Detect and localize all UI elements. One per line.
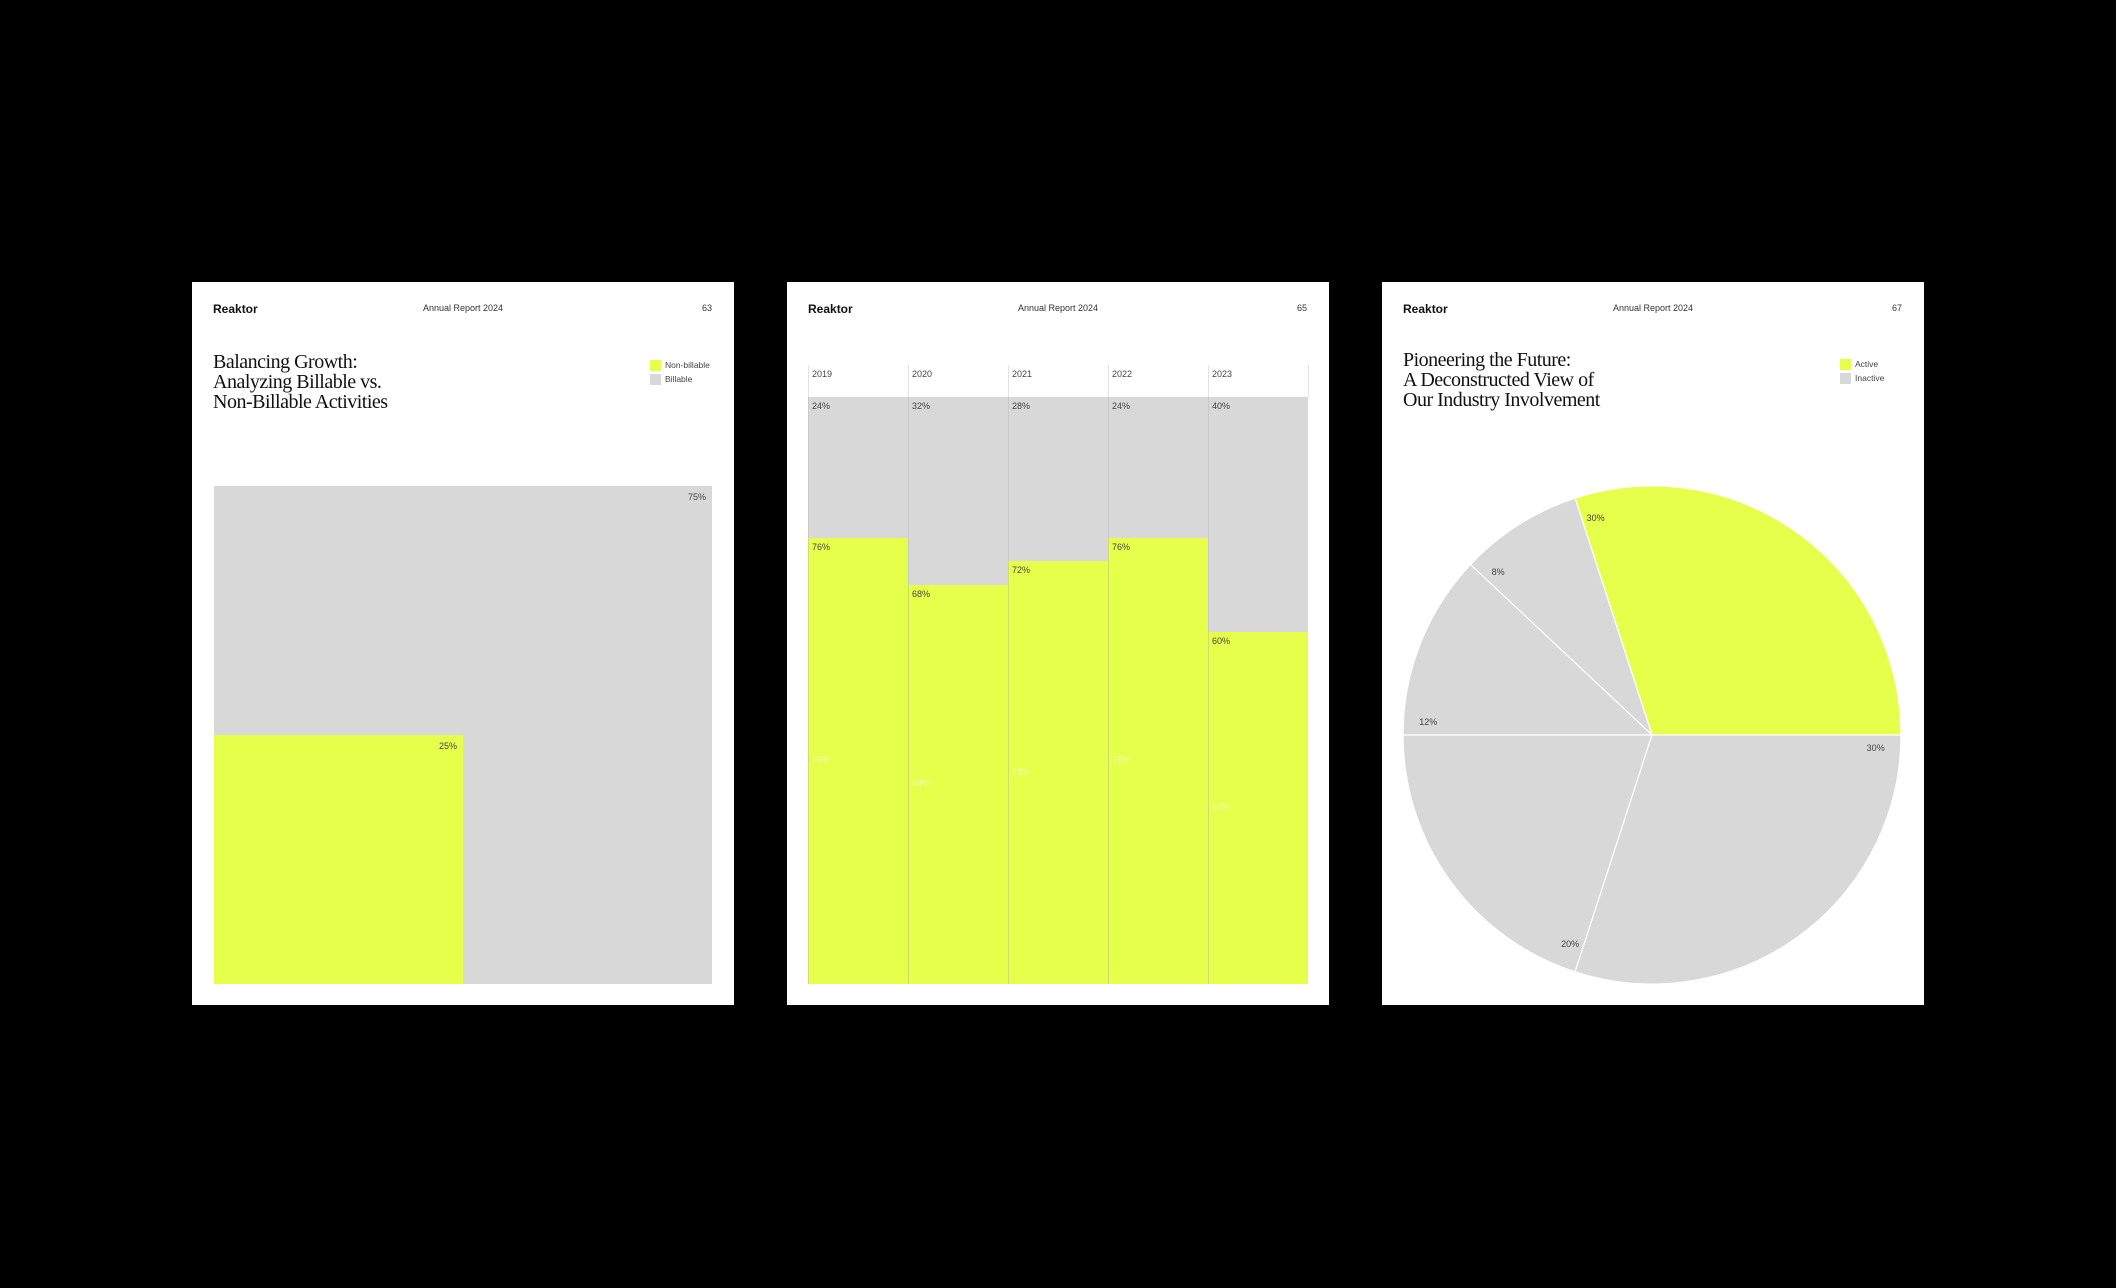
slice-value-label: 30% <box>1866 743 1885 754</box>
inactive-value-label: 24% <box>1112 401 1131 411</box>
slice-value-label: 30% <box>1586 513 1605 524</box>
year-label: 2022 <box>1112 369 1133 379</box>
year-label: 2019 <box>812 369 833 379</box>
active-value-label: 68% <box>912 588 931 599</box>
page-number: 65 <box>1296 303 1307 313</box>
title-line: Non-Billable Activities <box>213 391 388 413</box>
year-label: 2021 <box>1012 369 1033 379</box>
billable-value-label: 75% <box>687 492 706 502</box>
page-67: Reaktor Annual Report 2024 67 Pioneering… <box>1382 282 1924 1005</box>
inactive-value-label: 32% <box>912 401 931 411</box>
slice-value-label: 20% <box>1561 938 1580 949</box>
column-divider <box>908 365 909 397</box>
active-value-label-faint: 76% <box>1112 754 1131 765</box>
report-title: Annual Report 2024 <box>1017 303 1099 313</box>
legend-item-non-billable: Non-billable <box>650 358 710 372</box>
legend: Non-billable Billable <box>650 358 710 386</box>
legend-label: Billable <box>665 374 693 384</box>
column-divider <box>1008 365 1009 397</box>
title-line: Analyzing Billable vs. <box>213 371 382 393</box>
active-value-label: 72% <box>1012 565 1031 576</box>
page-title: Balancing Growth: Analyzing Billable vs.… <box>213 352 388 412</box>
slice-value-label: 8% <box>1491 567 1505 578</box>
year-label: 2020 <box>912 369 933 379</box>
active-value-label-faint: 68% <box>912 778 931 789</box>
active-value-label-faint: 60% <box>1212 801 1231 812</box>
active-value-label-faint: 72% <box>1012 766 1031 777</box>
year-label: 2023 <box>1212 369 1233 379</box>
pie-svg <box>1402 485 1902 985</box>
active-value-label: 60% <box>1212 635 1231 646</box>
page-number: 63 <box>701 303 712 313</box>
active-value-label-faint: 76% <box>812 754 831 765</box>
report-title: Annual Report 2024 <box>422 303 504 313</box>
legend-item-billable: Billable <box>650 372 710 386</box>
active-value-label: 76% <box>812 541 831 552</box>
page-65: Reaktor Annual Report 2024 65 2019 24% 76%… <box>787 282 1329 1005</box>
slice-value-label: 12% <box>1419 716 1438 727</box>
page-63: Reaktor Annual Report 2024 63 Balancing … <box>192 282 734 1005</box>
column-divider <box>1308 365 1309 397</box>
legend-swatch <box>650 359 661 371</box>
column-divider <box>1208 365 1209 397</box>
column-divider <box>1108 365 1109 397</box>
non-billable-area <box>214 735 463 984</box>
inactive-value-label: 40% <box>1212 401 1231 411</box>
non-billable-value-label: 25% <box>438 741 457 751</box>
title-line: Balancing Growth: <box>213 351 358 373</box>
inactive-value-label: 24% <box>812 401 831 411</box>
inactive-value-label: 28% <box>1012 401 1031 411</box>
legend-label: Non-billable <box>665 360 710 370</box>
column-divider <box>808 365 809 397</box>
legend-swatch <box>650 373 661 385</box>
active-value-label: 76% <box>1112 541 1131 552</box>
